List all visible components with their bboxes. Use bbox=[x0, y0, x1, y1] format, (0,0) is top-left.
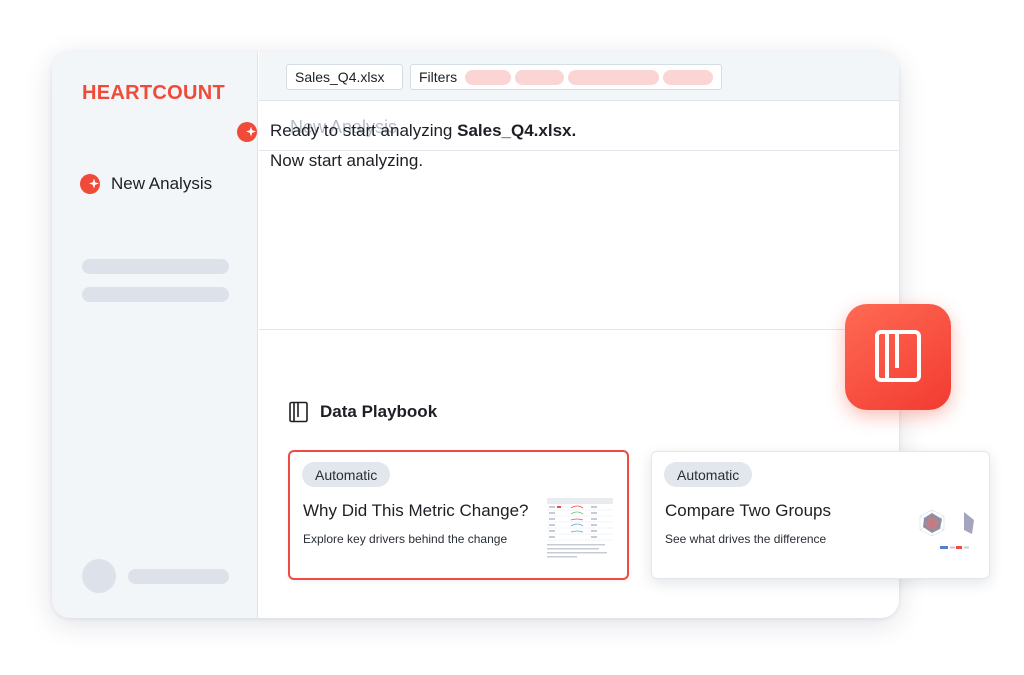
playbook-app-badge bbox=[845, 304, 951, 410]
automatic-badge: Automatic bbox=[664, 462, 753, 487]
divider bbox=[259, 329, 899, 330]
message-line1: Ready to start analyzing bbox=[270, 121, 458, 140]
radar-thumbnail bbox=[919, 509, 974, 549]
playbook-title: Data Playbook bbox=[320, 402, 438, 421]
avatar[interactable] bbox=[82, 559, 116, 593]
playbook-card-metric-change[interactable]: Automatic Why Did This Metric Change? Ex… bbox=[288, 450, 629, 580]
filter-pill[interactable] bbox=[663, 69, 713, 85]
filter-pill[interactable] bbox=[514, 69, 565, 85]
filters-label: Filters bbox=[419, 69, 458, 85]
card-description: Explore key drivers behind the change bbox=[303, 532, 508, 546]
user-name-placeholder bbox=[128, 569, 229, 584]
message-text: Ready to start analyzing Sales_Q4.xlsx. … bbox=[270, 116, 576, 176]
heartcount-spark-icon bbox=[237, 122, 257, 142]
table-thumbnail bbox=[547, 498, 613, 558]
playbook-card-compare-groups[interactable]: Automatic Compare Two Groups See what dr… bbox=[651, 451, 990, 579]
book-icon bbox=[875, 330, 921, 382]
book-icon bbox=[289, 401, 308, 423]
message-file-name: Sales_Q4.xlsx. bbox=[457, 121, 577, 140]
heartcount-spark-icon bbox=[80, 174, 100, 194]
placeholder-line bbox=[82, 287, 229, 302]
playbook-header: Data Playbook bbox=[288, 401, 437, 423]
filters-chip[interactable]: Filters bbox=[410, 64, 722, 90]
card-title: Why Did This Metric Change? bbox=[303, 501, 529, 520]
file-chip[interactable]: Sales_Q4.xlsx bbox=[286, 64, 403, 90]
automatic-badge: Automatic bbox=[302, 462, 391, 487]
assistant-message: Ready to start analyzing Sales_Q4.xlsx. … bbox=[236, 120, 576, 176]
sidebar-item-new-analysis[interactable]: New Analysis bbox=[79, 172, 212, 196]
topbar: Sales_Q4.xlsx Filters bbox=[259, 52, 899, 101]
sidebar-item-label: New Analysis bbox=[111, 174, 213, 193]
card-title: Compare Two Groups bbox=[665, 501, 831, 520]
sidebar: HEARTCOUNT New Analysis bbox=[52, 52, 258, 618]
message-line2: Now start analyzing. bbox=[270, 151, 424, 170]
placeholder-line bbox=[82, 259, 229, 274]
filter-pill[interactable] bbox=[568, 69, 660, 85]
logo: HEARTCOUNT bbox=[82, 82, 225, 104]
filter-pill[interactable] bbox=[465, 69, 511, 85]
card-description: See what drives the difference bbox=[665, 532, 827, 546]
file-chip-label: Sales_Q4.xlsx bbox=[295, 69, 385, 85]
